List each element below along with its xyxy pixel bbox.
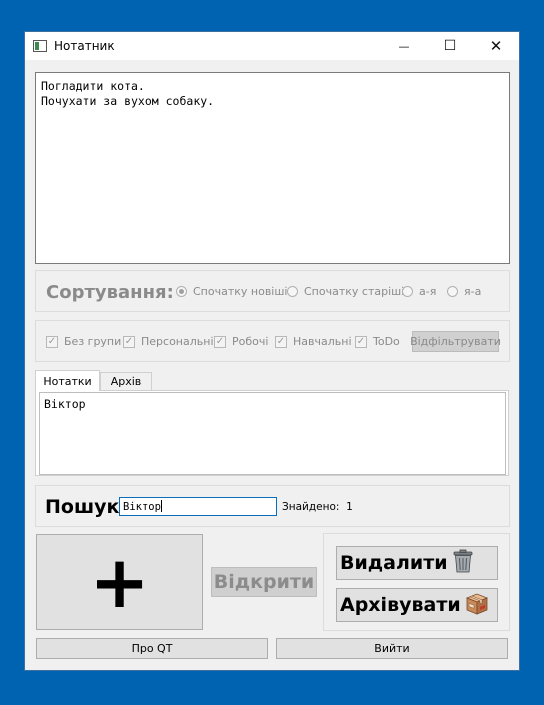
check-icon: ✓ xyxy=(214,335,226,348)
sort-option-label: Спочатку новіші xyxy=(193,285,288,298)
found-label: Знайдено: xyxy=(282,501,340,513)
sort-option-oldest[interactable]: Спочатку старіші xyxy=(287,285,404,298)
trash-can-icon xyxy=(452,549,474,578)
filter-work[interactable]: ✓ Робочі xyxy=(214,335,268,348)
sort-option-label: Спочатку старіші xyxy=(304,285,405,298)
filter-group: ✓ Без групи ✓ Персональні ✓ Робочі ✓ Нав… xyxy=(35,320,510,362)
notes-tab-panel: Віктор xyxy=(35,390,509,476)
note-editor[interactable]: Погладити кота. Почухати за вухом собаку… xyxy=(35,72,510,264)
filter-no-group[interactable]: ✓ Без групи xyxy=(46,335,121,348)
sort-option-newest[interactable]: Спочатку новіші xyxy=(176,285,287,298)
check-icon: ✓ xyxy=(355,335,367,348)
filter-todo[interactable]: ✓ ToDo xyxy=(355,335,400,348)
sort-label: Сортування: xyxy=(46,282,174,303)
check-icon: ✓ xyxy=(275,335,287,348)
exit-button[interactable]: Вийти xyxy=(276,638,508,659)
minimize-button[interactable]: — xyxy=(381,32,427,60)
delete-label: Видалити xyxy=(340,552,448,574)
radio-indicator xyxy=(447,286,458,297)
main-window: Нотатник — ☐ ✕ Погладити кота. Почухати … xyxy=(24,31,520,671)
sort-option-a-z[interactable]: а-я xyxy=(402,285,436,298)
app-icon xyxy=(33,40,47,52)
filter-label: Навчальні xyxy=(293,335,352,348)
sort-group: Сортування: Спочатку новіші Спочатку ста… xyxy=(35,270,510,312)
archive-label: Архівувати xyxy=(340,594,461,616)
filter-label: Робочі xyxy=(232,335,269,348)
list-item[interactable]: Віктор xyxy=(44,397,501,411)
actions-group: Видалити Архівувати xyxy=(323,533,510,631)
close-icon: ✕ xyxy=(489,37,503,55)
found-number: 1 xyxy=(346,501,353,513)
search-input[interactable]: Віктор xyxy=(119,497,277,516)
search-value: Віктор xyxy=(123,501,161,513)
text-caret xyxy=(160,500,162,512)
tab-archive[interactable]: Архів xyxy=(100,372,152,390)
sort-option-z-a[interactable]: я-а xyxy=(447,285,481,298)
filter-label: ToDo xyxy=(373,335,400,348)
add-note-button[interactable]: + xyxy=(36,534,203,630)
delete-button[interactable]: Видалити xyxy=(336,546,498,580)
about-qt-button[interactable]: Про QT xyxy=(36,638,268,659)
radio-indicator xyxy=(402,286,413,297)
window-title: Нотатник xyxy=(54,39,115,53)
tab-notes[interactable]: Нотатки xyxy=(35,370,100,391)
sort-option-label: а-я xyxy=(419,285,437,298)
radio-indicator xyxy=(176,286,187,297)
filter-personal[interactable]: ✓ Персональні xyxy=(123,335,214,348)
cardboard-box-icon xyxy=(465,591,489,620)
notes-list[interactable]: Віктор xyxy=(39,392,506,475)
filter-button[interactable]: Відфільтрувати xyxy=(410,331,501,352)
found-count: Знайдено: 1 xyxy=(282,501,353,513)
radio-indicator xyxy=(287,286,298,297)
filter-label: Без групи xyxy=(64,335,122,348)
open-button[interactable]: Відкрити xyxy=(211,567,317,597)
search-label: Пошук xyxy=(45,496,120,518)
check-icon: ✓ xyxy=(123,335,135,348)
check-icon: ✓ xyxy=(46,335,58,348)
sort-option-label: я-а xyxy=(464,285,482,298)
minimize-icon: — xyxy=(398,39,410,53)
title-bar: Нотатник — ☐ ✕ xyxy=(25,32,519,60)
close-button[interactable]: ✕ xyxy=(473,32,519,60)
maximize-button[interactable]: ☐ xyxy=(427,32,473,60)
filter-study[interactable]: ✓ Навчальні xyxy=(275,335,352,348)
maximize-icon: ☐ xyxy=(443,38,457,54)
plus-icon: + xyxy=(89,540,150,624)
archive-button[interactable]: Архівувати xyxy=(336,588,498,622)
search-group: Пошук Віктор Знайдено: 1 xyxy=(35,485,510,527)
filter-label: Персональні xyxy=(141,335,214,348)
